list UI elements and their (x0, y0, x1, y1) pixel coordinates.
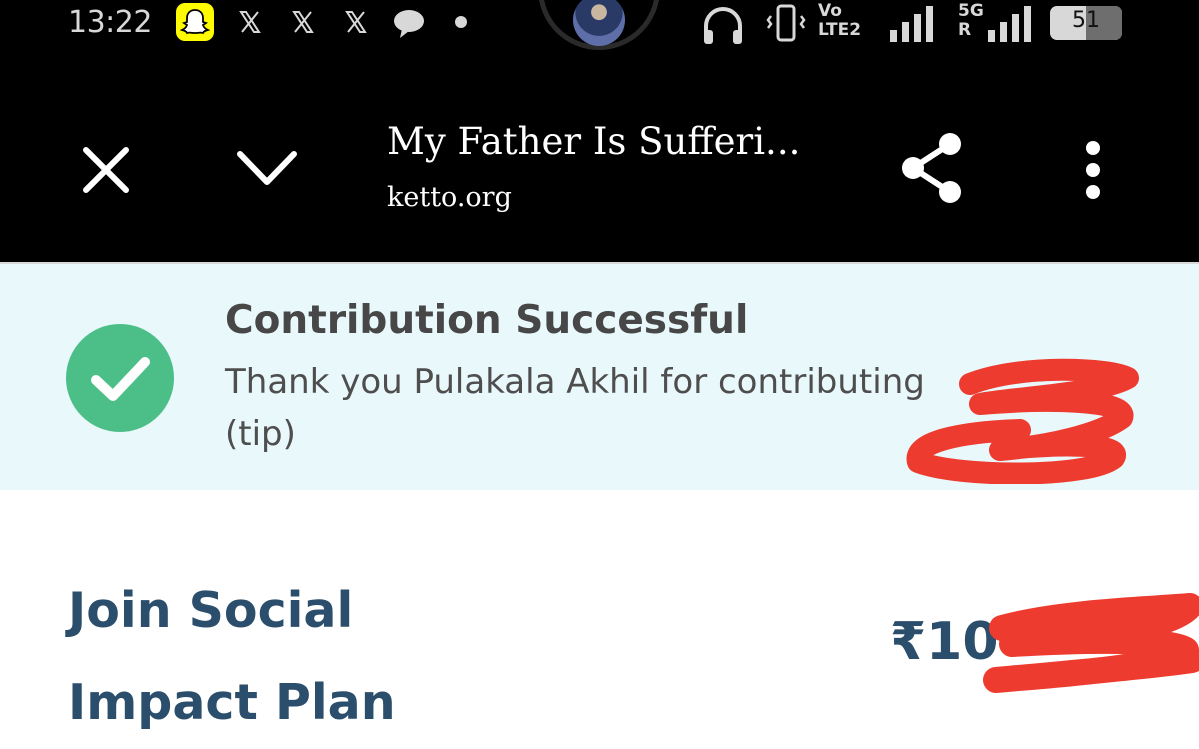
headphones-icon (700, 4, 746, 50)
signal-icon (986, 4, 1034, 48)
volte-indicator: Vo LTE2 (818, 1, 862, 40)
chevron-down-icon (237, 151, 297, 185)
more-vert-icon (1086, 141, 1100, 199)
snapchat-icon (175, 2, 215, 46)
chat-bubble-icon (392, 8, 426, 44)
page-domain: ketto.org (387, 182, 512, 213)
plan-title-line2: Impact Plan (68, 674, 396, 731)
page-title: My Father Is Sufferi... (387, 120, 801, 163)
battery-level: 51 (1072, 8, 1100, 33)
status-bar: 13:22 Vo LTE2 5G R 51 (0, 0, 1199, 56)
close-icon (83, 147, 129, 193)
vibrate-icon (763, 4, 809, 48)
x-icon (344, 10, 368, 38)
notification-dot-icon (455, 16, 467, 28)
share-icon (902, 133, 961, 203)
redaction-scribble (983, 593, 1199, 693)
x-icon (238, 10, 262, 38)
signal-icon (888, 4, 936, 48)
banner-heading: Contribution Successful (225, 298, 749, 343)
more-options-button[interactable] (1078, 140, 1108, 204)
success-banner: Contribution Successful Thank you Pulaka… (0, 262, 1199, 490)
minimize-button[interactable] (234, 146, 300, 194)
battery-icon: 51 (1050, 6, 1122, 40)
plan-title-line1: Join Social (68, 582, 354, 639)
redaction-scribble (906, 358, 1139, 484)
status-time: 13:22 (68, 5, 152, 40)
close-button[interactable] (78, 142, 134, 202)
plan-title: Join Social Impact Plan (68, 565, 396, 749)
x-icon (291, 10, 315, 38)
check-circle-icon (66, 324, 174, 432)
browser-toolbar: My Father Is Sufferi... ketto.org (0, 56, 1199, 262)
share-button[interactable] (898, 130, 968, 210)
